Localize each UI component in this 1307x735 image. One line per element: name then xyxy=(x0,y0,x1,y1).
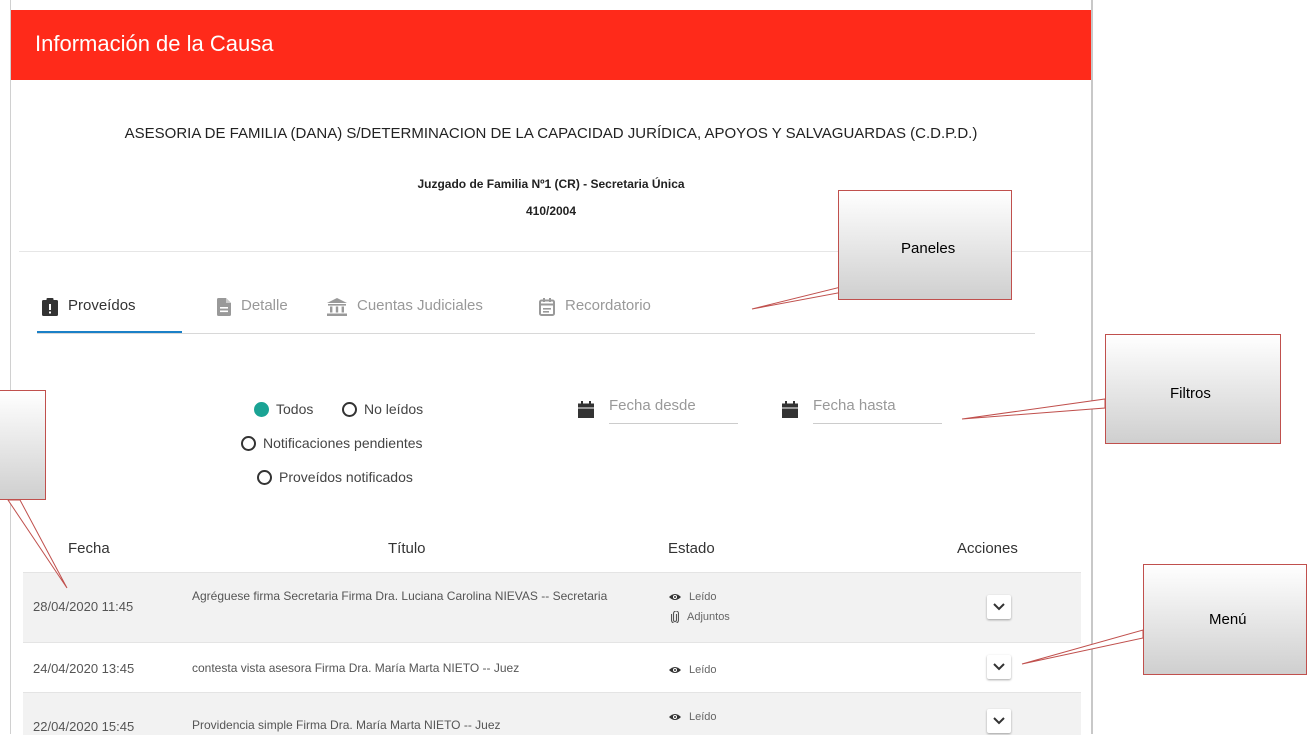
callout-label: Filtros xyxy=(1170,385,1211,402)
callout-label: Menú xyxy=(1209,611,1247,628)
pointer-filtros xyxy=(961,398,1106,420)
callout-label: Paneles xyxy=(901,240,956,257)
pointer-menu xyxy=(1021,629,1144,665)
pointer-fecha xyxy=(7,499,68,589)
callout-paneles: Paneles xyxy=(838,190,1012,300)
callout-fecha xyxy=(0,390,46,500)
callout-menu: Menú xyxy=(1143,564,1307,675)
callout-filtros: Filtros xyxy=(1105,334,1281,444)
